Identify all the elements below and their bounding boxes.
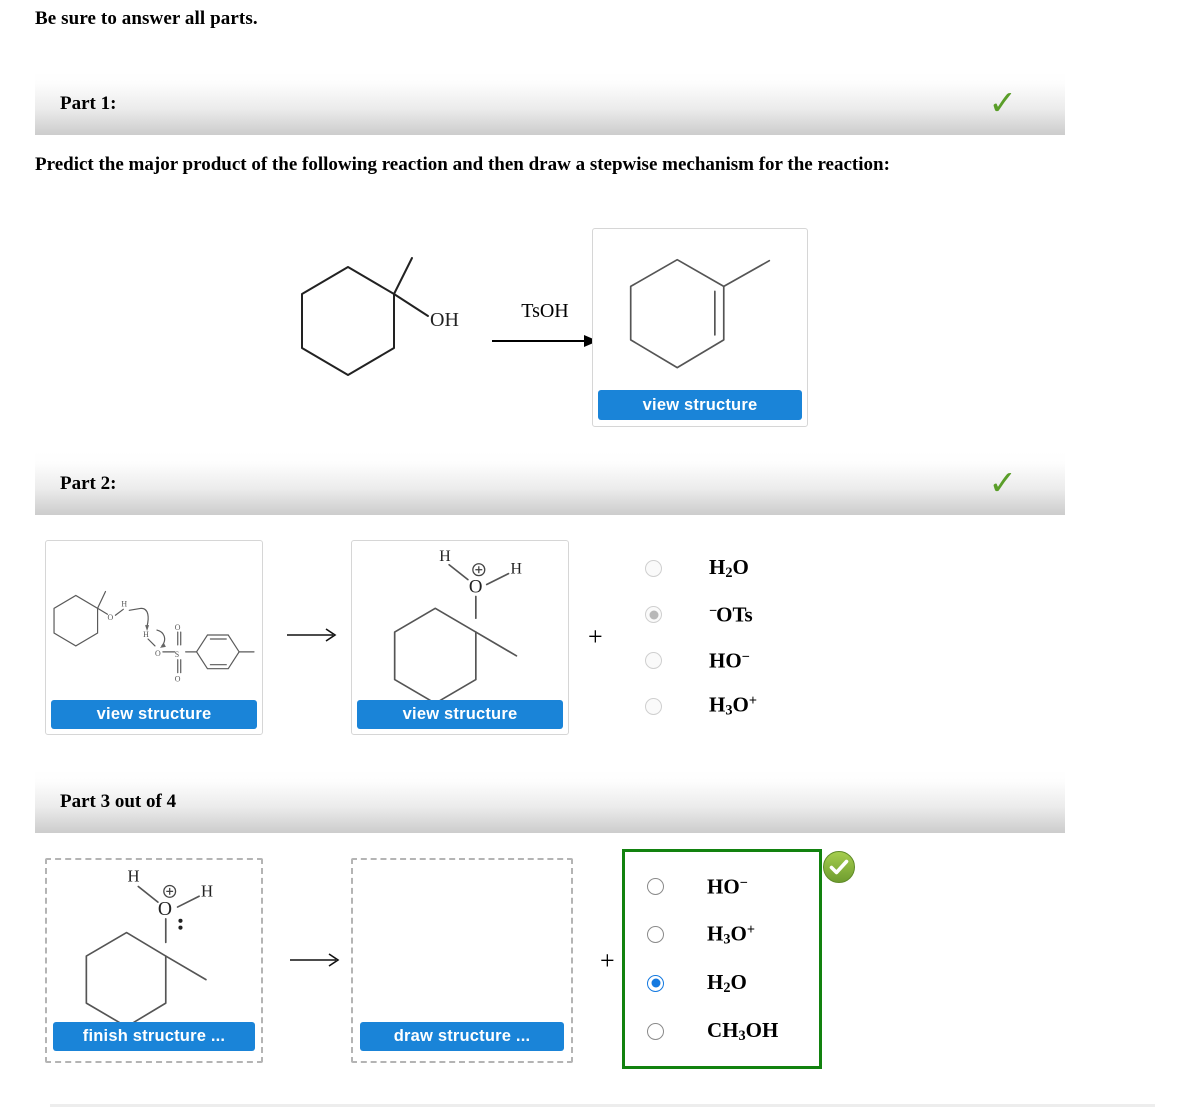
part-2-option-row[interactable]: H3O+: [640, 689, 900, 723]
part-3-correct-check-badge-icon: [822, 850, 856, 884]
svg-text:H: H: [128, 867, 140, 886]
part-2-radio-ots[interactable]: [645, 606, 662, 624]
part-2-option-label-h2o: H2O: [709, 555, 749, 582]
part-3-option-row[interactable]: H3O+: [647, 918, 819, 952]
part-2-radio-ho[interactable]: [645, 651, 662, 669]
svg-text:OH: OH: [430, 309, 459, 331]
part-3-radio-h3o[interactable]: [647, 926, 664, 944]
part-3-label: Part 3 out of 4: [60, 790, 177, 812]
part-3-finish-structure-button[interactable]: finish structure ...: [53, 1022, 255, 1051]
svg-text:O: O: [175, 623, 181, 632]
part-1-reaction-arrow-group: TsOH: [490, 300, 600, 362]
svg-text:H: H: [121, 599, 127, 608]
part-2-check-mark-icon: ✓: [988, 462, 1018, 503]
part-3-option-label-h3o: H3O+: [707, 921, 755, 948]
part-2-reaction-arrow: [285, 620, 343, 650]
part-1-view-structure-button[interactable]: view structure: [598, 390, 802, 420]
part-3-option-row[interactable]: HO−: [647, 869, 819, 903]
part-2-option-label-ots: −OTs: [709, 602, 753, 627]
part-1-reactant-structure: OH: [270, 236, 495, 396]
part-1-label: Part 1:: [60, 92, 117, 114]
svg-text:O: O: [158, 899, 172, 920]
part-2-option-row[interactable]: H2O: [640, 552, 900, 586]
svg-text:O: O: [175, 675, 181, 684]
part-1-header-bar: Part 1: ✓: [35, 72, 1065, 135]
part-2-radio-h3o[interactable]: [645, 697, 662, 715]
question-prompt: Predict the major product of the followi…: [35, 154, 890, 175]
part-2-plus-sign: +: [588, 622, 603, 651]
part-3-radio-ch3oh[interactable]: [647, 1023, 664, 1041]
part-2-right-view-structure-button[interactable]: view structure: [357, 700, 563, 729]
svg-text:S: S: [175, 650, 179, 659]
part-2-option-label-h3o: H3O+: [709, 692, 757, 719]
answer-all-parts-instruction: Be sure to answer all parts.: [35, 8, 258, 29]
part-3-option-row[interactable]: H2O: [647, 966, 819, 1000]
svg-text:H: H: [439, 548, 450, 565]
part-3-radio-ho[interactable]: [647, 877, 664, 895]
part-2-left-view-structure-button[interactable]: view structure: [51, 700, 257, 729]
part-2-options-group: H2O −OTs HO− H3O+: [640, 540, 900, 735]
part-3-option-label-h2o: H2O: [707, 969, 747, 996]
bottom-divider: [50, 1104, 1155, 1107]
part-3-plus-sign: +: [600, 946, 615, 975]
part-2-radio-list: H2O −OTs HO− H3O+: [640, 540, 900, 735]
part-2-label: Part 2:: [60, 472, 117, 494]
svg-text:O: O: [107, 613, 113, 622]
part-2-option-row[interactable]: −OTs: [640, 598, 900, 632]
svg-text:H: H: [143, 630, 149, 639]
svg-text:O: O: [469, 576, 483, 597]
part-1-check-mark-icon: ✓: [988, 82, 1018, 123]
part-2-option-row[interactable]: HO−: [640, 643, 900, 677]
part-2-radio-h2o[interactable]: [645, 560, 662, 578]
part-3-options-group: HO− H3O+ H2O CH3OH: [622, 849, 822, 1069]
part-3-option-row[interactable]: CH3OH: [647, 1015, 819, 1049]
part-3-option-label-ch3oh: CH3OH: [707, 1018, 779, 1045]
part-3-reaction-arrow: [288, 945, 346, 975]
part-3-radio-list: HO− H3O+ H2O CH3OH: [625, 852, 819, 1066]
svg-text:H: H: [510, 561, 521, 578]
part-2-option-label-ho: HO−: [709, 648, 750, 673]
part-2-header-bar: Part 2: ✓: [35, 452, 1065, 515]
part-3-header-bar: Part 3 out of 4: [35, 770, 1065, 833]
part-1-reagent-label: TsOH: [521, 300, 569, 322]
svg-text:O: O: [155, 649, 161, 658]
svg-text:H: H: [201, 881, 213, 900]
part-3-draw-structure-button[interactable]: draw structure ...: [360, 1022, 564, 1051]
part-3-radio-h2o[interactable]: [647, 974, 664, 992]
part-3-option-label-ho: HO−: [707, 873, 748, 898]
